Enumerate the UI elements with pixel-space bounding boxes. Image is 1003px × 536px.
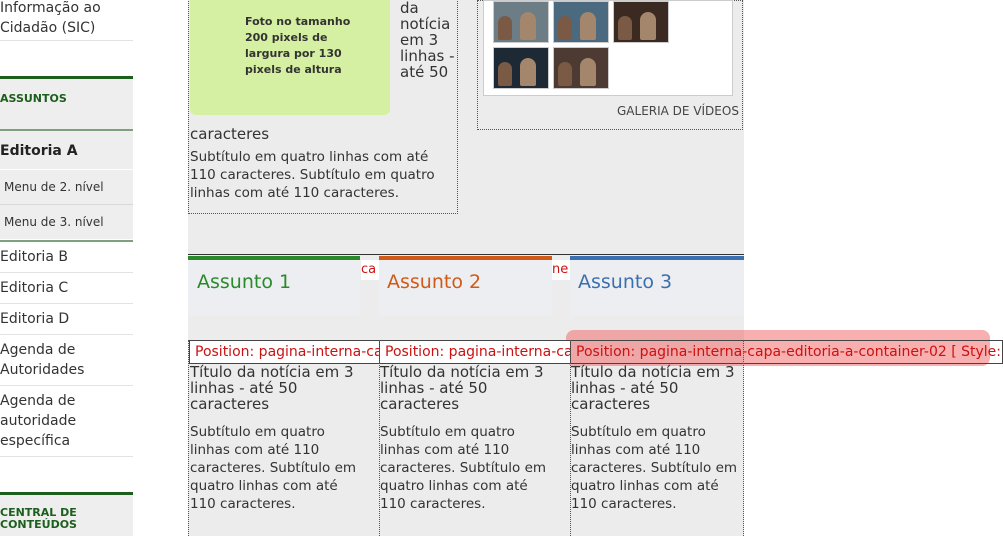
feature-subtitle: Subtítulo em quatro linhas com até 110 c… [190,149,435,201]
column-2-position-fragment: ne [552,260,570,280]
column-3-position-label: Position: pagina-interna-capa-editoria-a… [570,340,1003,364]
sidebar-divider [0,334,133,335]
photo-placeholder-text: Foto no tamanho 200 pixels de largura po… [245,15,351,76]
sidebar-heading-label: ASSUNTOS [0,92,67,105]
column-2-position-label: Position: pagina-interna-capa [379,340,571,364]
column-1-news-title[interactable]: Título da notícia em 3 linhas - até 50 c… [190,364,355,412]
sidebar-heading-assuntos: ASSUNTOS [0,76,133,130]
sidebar-divider [0,240,133,242]
sidebar-heading-label: CENTRAL DE CONTEÚDOS [0,506,77,531]
sidebar-item-agenda-especifica[interactable]: Agenda de autoridade específica [0,391,90,451]
column-1-position-label: Position: pagina-interna-capa [189,340,380,364]
column-3-subject[interactable]: Assunto 3 [578,270,672,294]
column-2-news-title[interactable]: Título da notícia em 3 linhas - até 50 c… [380,364,545,412]
sidebar-heading-central: CENTRAL DE CONTEÚDOS [0,492,133,536]
video-thumbnail[interactable] [553,1,609,43]
sidebar-item-agenda-autoridades[interactable]: Agenda de Autoridades [0,340,100,380]
video-thumbnail[interactable] [613,1,669,43]
video-thumbnail[interactable] [493,1,549,43]
feature-title-end[interactable]: caracteres [190,126,269,142]
sidebar-divider [0,456,133,457]
sidebar-divider [0,272,133,273]
feature-title-side[interactable]: da notícia em 3 linhas - até 50 [400,0,455,80]
sidebar-item-label: Editoria A [0,143,78,159]
section-divider [188,254,744,255]
video-thumbnail[interactable] [493,47,549,89]
video-thumbnail[interactable] [553,47,609,89]
sidebar-divider [0,303,133,304]
sidebar: Informação ao Cidadão (SIC) ASSUNTOS Edi… [0,0,133,536]
column-1-subject[interactable]: Assunto 1 [197,270,291,294]
column-1-position-fragment: ca [361,260,379,280]
sidebar-item-editoria-d[interactable]: Editoria D [0,309,133,329]
sidebar-divider [0,40,133,41]
sidebar-divider [0,385,133,386]
sidebar-item-editoria-b[interactable]: Editoria B [0,247,133,267]
column-separator [743,340,744,536]
video-gallery-label[interactable]: GALERIA DE VÍDEOS [617,104,739,118]
sidebar-submenu-level2[interactable]: Menu de 2. nível [0,170,133,204]
video-gallery-thumbnails [483,0,733,96]
sidebar-submenu-level3[interactable]: Menu de 3. nível [0,205,133,239]
column-2-news-subtitle: Subtítulo em quatro linhas com até 110 c… [380,424,547,512]
column-3-news-title[interactable]: Título da notícia em 3 linhas - até 50 c… [571,364,736,412]
column-separator [188,340,189,536]
column-3-news-subtitle: Subtítulo em quatro linhas com até 110 c… [571,424,738,512]
column-1-news-subtitle: Subtítulo em quatro linhas com até 110 c… [190,424,357,512]
sidebar-item-editoria-a[interactable]: Editoria A [0,129,133,169]
column-2-subject[interactable]: Assunto 2 [387,270,481,294]
sidebar-item-editoria-c[interactable]: Editoria C [0,278,133,298]
sidebar-item-sic[interactable]: Informação ao Cidadão (SIC) [0,0,133,38]
photo-placeholder[interactable]: Foto no tamanho 200 pixels de largura po… [190,0,390,115]
